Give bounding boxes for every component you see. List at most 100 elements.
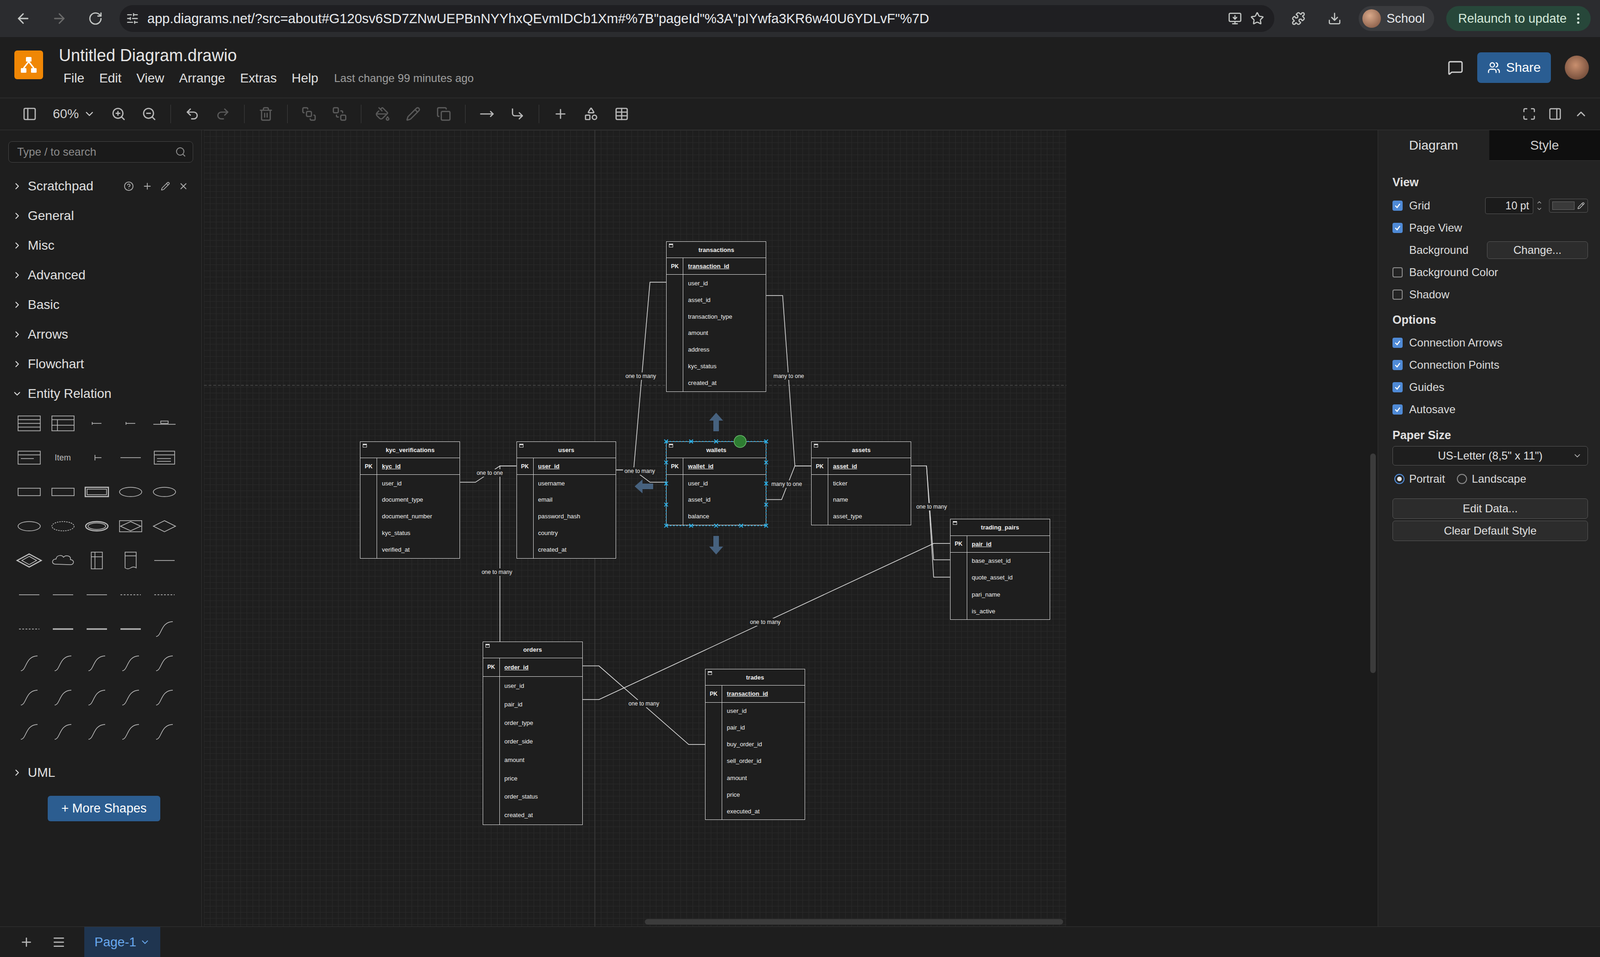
entity-title[interactable]: wallets <box>666 441 766 459</box>
shape-item[interactable] <box>147 406 182 441</box>
checkbox[interactable] <box>1392 359 1403 371</box>
entity-row[interactable]: pari_name <box>950 585 1050 603</box>
relation-edge[interactable] <box>582 666 706 745</box>
entity-row[interactable]: verified_at <box>360 541 460 559</box>
sidebar-section[interactable]: Entity Relation <box>0 378 202 409</box>
sidebar-section[interactable]: UML <box>0 757 202 788</box>
shape-item[interactable] <box>45 646 80 681</box>
shape-item[interactable] <box>113 646 148 681</box>
toolbar-button[interactable] <box>139 104 159 124</box>
entity-row[interactable]: PKorder_id <box>483 658 583 677</box>
entity-row[interactable]: price <box>483 768 583 788</box>
entity-row[interactable]: buy_order_id <box>705 736 805 753</box>
relation-edge[interactable] <box>926 466 951 578</box>
page-tab[interactable]: Page-1 <box>84 926 161 957</box>
toolbar-button[interactable] <box>213 104 233 124</box>
zoom-select[interactable]: 60% <box>50 106 98 122</box>
sidebar-section[interactable]: Misc <box>0 230 202 261</box>
sidebar-section[interactable]: Arrows <box>0 319 202 350</box>
entity-row[interactable]: asset_id <box>666 291 766 309</box>
entity-row[interactable]: password_hash <box>516 508 617 525</box>
entity-row[interactable]: user_id <box>483 676 583 696</box>
shape-item[interactable] <box>12 474 46 510</box>
shape-item[interactable] <box>147 680 182 715</box>
entity-row[interactable]: kyc_status <box>666 358 766 375</box>
edge-label[interactable]: many to one <box>769 480 804 488</box>
spin-up-icon[interactable] <box>1536 199 1543 206</box>
shape-item[interactable] <box>79 714 114 750</box>
entity-table[interactable]: kyc_verificationsPKkyc_iduser_iddocument… <box>359 441 460 559</box>
edge-label[interactable]: one to many <box>748 618 782 626</box>
shape-item[interactable] <box>12 577 46 612</box>
entity-title[interactable]: users <box>516 441 617 459</box>
profile-button[interactable]: School <box>1358 6 1435 32</box>
checkbox[interactable] <box>1392 337 1403 348</box>
entity-row[interactable]: PKtransaction_id <box>666 258 766 275</box>
entity-row[interactable]: created_at <box>666 374 766 392</box>
app-logo[interactable] <box>14 50 44 80</box>
shape-item[interactable] <box>79 646 114 681</box>
entity-row[interactable]: ticker <box>811 474 911 492</box>
entity-row[interactable]: order_status <box>483 787 583 807</box>
toolbar-button[interactable] <box>612 104 631 124</box>
vertical-scrollbar[interactable] <box>1370 453 1376 674</box>
entity-row[interactable]: PKwallet_id <box>666 458 766 475</box>
option-row[interactable]: Autosave <box>1392 398 1588 421</box>
checkbox[interactable] <box>1392 267 1403 278</box>
shape-item[interactable] <box>12 646 46 681</box>
radio-button[interactable] <box>1456 473 1468 485</box>
add-page-icon[interactable] <box>19 935 34 950</box>
downloads-button[interactable] <box>1322 6 1347 31</box>
paper-size-select[interactable]: US-Letter (8,5" x 11") <box>1392 446 1588 466</box>
shape-item[interactable] <box>12 543 46 578</box>
shape-item[interactable] <box>12 611 46 647</box>
shape-item[interactable]: Item <box>45 440 80 475</box>
entity-row[interactable]: transaction_type <box>666 308 766 325</box>
entity-title[interactable]: kyc_verifications <box>360 441 460 459</box>
entity-row[interactable]: created_at <box>516 541 617 559</box>
entity-row[interactable]: document_number <box>360 508 460 525</box>
shape-item[interactable] <box>113 406 148 441</box>
toolbar-button[interactable] <box>373 104 392 124</box>
shape-item[interactable] <box>79 406 114 441</box>
entity-table[interactable]: walletsPKwallet_iduser_idasset_idbalance <box>666 441 767 526</box>
entity-row[interactable]: user_id <box>360 474 460 492</box>
sidebar-section[interactable]: Scratchpad <box>0 171 202 202</box>
change-background-button[interactable]: Change... <box>1486 241 1588 259</box>
entity-table[interactable]: ordersPKorder_iduser_idpair_idorder_type… <box>482 641 583 826</box>
view-option[interactable]: Page View <box>1392 216 1588 240</box>
entity-row[interactable]: username <box>516 474 617 492</box>
close-icon[interactable] <box>178 181 189 192</box>
shape-item[interactable] <box>79 440 114 475</box>
option-row[interactable]: Connection Points <box>1392 353 1588 377</box>
diagram-canvas[interactable]: one to manymany to oneone to oneone to m… <box>201 130 1378 927</box>
view-option[interactable]: Background Color <box>1392 261 1588 284</box>
orientation-radio[interactable]: Portrait <box>1394 472 1445 486</box>
grid-size-spinner[interactable] <box>1536 199 1543 213</box>
entity-row[interactable]: PKasset_id <box>811 458 911 475</box>
install-icon[interactable] <box>1228 11 1242 26</box>
entity-row[interactable]: created_at <box>483 806 583 825</box>
add-icon[interactable] <box>142 181 153 192</box>
entity-row[interactable]: pair_id <box>705 719 805 737</box>
entity-row[interactable]: sell_order_id <box>705 752 805 770</box>
shape-item[interactable] <box>12 509 46 544</box>
toolbar-button[interactable] <box>182 104 202 124</box>
forward-button[interactable] <box>47 6 72 31</box>
checkbox[interactable] <box>1392 200 1403 211</box>
shape-item[interactable] <box>147 440 182 475</box>
pages-menu-icon[interactable] <box>51 935 66 950</box>
spin-down-icon[interactable] <box>1536 205 1543 213</box>
panel-button[interactable]: Clear Default Style <box>1392 520 1588 542</box>
orientation-radio[interactable]: Landscape <box>1456 472 1526 486</box>
checkbox[interactable] <box>1392 404 1403 415</box>
shape-item[interactable] <box>79 509 114 544</box>
entity-row[interactable]: user_id <box>666 274 766 292</box>
shape-item[interactable] <box>45 474 80 510</box>
shape-item[interactable] <box>113 577 148 612</box>
format-panel-icon[interactable] <box>1548 107 1563 121</box>
toolbar-button[interactable] <box>330 104 349 124</box>
checkbox[interactable] <box>1392 222 1403 234</box>
toolbar-button[interactable] <box>551 104 570 124</box>
option-row[interactable]: Connection Arrows <box>1392 331 1588 354</box>
